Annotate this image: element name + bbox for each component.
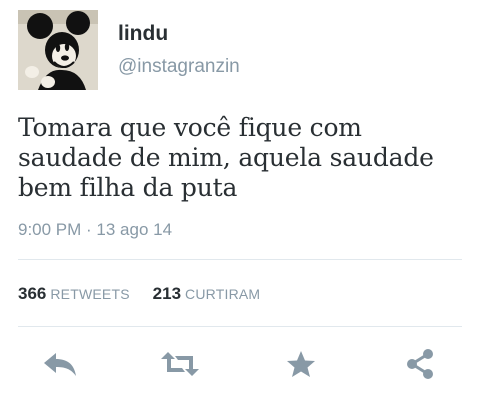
divider [18, 259, 462, 260]
tweet-text-line: bem filha da puta [18, 173, 238, 202]
divider [18, 326, 462, 327]
likes-stat[interactable]: 213 CURTIRAM [152, 284, 261, 303]
avatar[interactable] [18, 10, 98, 90]
reply-icon [44, 353, 76, 376]
retweet-button[interactable] [160, 344, 200, 384]
username[interactable]: @instagranzin [118, 56, 240, 78]
tweet-text-line: saudade de mim, aquela saudade [18, 143, 434, 172]
tweet-stats: 366 RETWEETS 213 CURTIRAM [18, 284, 260, 304]
retweets-label: RETWEETS [50, 286, 130, 302]
tweet-text: Tomara que você fique com saudade de mim… [18, 113, 468, 203]
retweets-count: 366 [18, 284, 47, 303]
likes-label: CURTIRAM [185, 286, 261, 302]
display-name[interactable]: lindu [118, 22, 168, 46]
tweet-detail: lindu @instagranzin Tomara que você fiqu… [0, 0, 480, 406]
reply-button[interactable] [40, 344, 80, 384]
likes-count: 213 [152, 284, 182, 303]
tweet-text-line: Tomara que você fique com [18, 113, 362, 142]
retweets-stat[interactable]: 366 RETWEETS [18, 284, 134, 303]
retweet-icon [161, 352, 199, 376]
favorite-button[interactable] [281, 344, 321, 384]
tweet-timestamp: 9:00 PM · 13 ago 14 [18, 220, 173, 239]
share-button[interactable] [400, 344, 440, 384]
share-icon [407, 349, 433, 379]
mickey-mouse-avatar-icon [18, 10, 98, 90]
star-icon [287, 351, 315, 377]
